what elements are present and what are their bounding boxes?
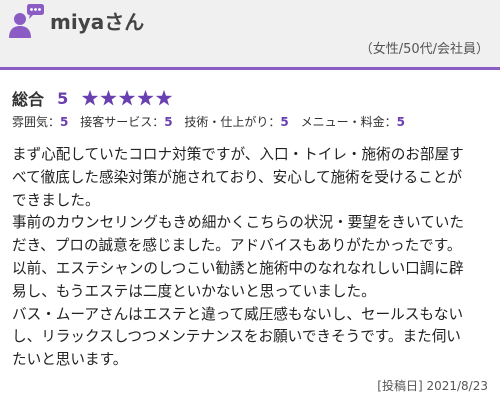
review-line: 以前、エステシャンのしつこい勧誘と施術中のなれなれしい口調に辟 xyxy=(12,259,464,277)
overall-rating-score: 5 xyxy=(57,88,69,108)
star-icon xyxy=(156,89,173,106)
star-rating xyxy=(81,89,173,107)
reviewer-profile: （女性/50代/会社員） xyxy=(359,42,489,57)
review-line: 易し、もうエステは二度といかないと思っていました。 xyxy=(12,282,376,300)
star-icon xyxy=(137,89,155,106)
review-line: まず心配していたコロナ対策ですが、入口・トイレ・施術のお部屋す xyxy=(12,146,464,163)
sub-rating-menu-price: メニュー・料金：5 xyxy=(300,115,405,129)
sub-ratings: 雰囲気：5 接客サービス：5 技術・仕上がり：5 メニュー・料金：5 xyxy=(12,113,413,130)
star-icon xyxy=(82,89,99,106)
overall-rating-label: 総合 xyxy=(12,90,45,109)
review-line: べて徹底した感染対策が施されており、安心して施術を受けることが xyxy=(12,168,462,186)
review-line: たいと思います。 xyxy=(12,351,128,369)
sub-rating-atmosphere: 雰囲気：5 xyxy=(12,115,69,129)
review-body: まず心配していたコロナ対策ですが、入口・トイレ・施術のお部屋す べて徹底した感染… xyxy=(12,144,494,372)
review-line: バス・ムーアさんはエステと違って威圧感もないし、セールスもない xyxy=(12,305,464,323)
review-line: し、リラックスしつつメンテナンスをお願いできそうです。また伺い xyxy=(12,328,461,346)
header-divider xyxy=(0,67,500,70)
user-comment-icon xyxy=(8,4,46,38)
sub-rating-service: 接客サービス：5 xyxy=(80,115,173,129)
review-line: 事前のカウンセリングもきめ細かくこちらの状況・要望をきいていた xyxy=(12,214,464,232)
reviewer-name: miyaさん xyxy=(50,10,145,34)
sub-rating-technique: 技術・仕上がり：5 xyxy=(184,115,289,129)
overall-rating: 総合 5 xyxy=(12,86,173,109)
star-icon xyxy=(119,89,136,106)
star-icon xyxy=(100,89,118,106)
review-line: だき、プロの誠意を感じました。アドバイスもありがたかったです。 xyxy=(12,237,462,255)
review-line: できました。 xyxy=(12,191,100,209)
posted-date: [投稿日] 2021/8/23 xyxy=(377,379,488,393)
reviewer-header: miyaさん （女性/50代/会社員） xyxy=(0,0,500,67)
